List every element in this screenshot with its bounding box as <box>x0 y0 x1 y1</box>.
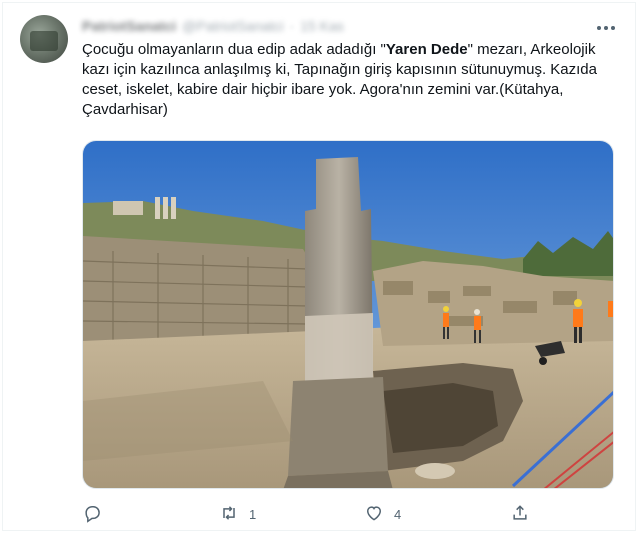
share-button[interactable] <box>510 503 540 525</box>
retweet-icon <box>219 503 239 526</box>
tweet-text-bold: Yaren Dede <box>385 41 468 58</box>
more-icon[interactable] <box>594 20 618 36</box>
retweet-count: 1 <box>249 506 257 522</box>
tweet-text-start: Çocuğu olmayanların dua edip adak adadığ… <box>82 41 386 58</box>
author-handle[interactable]: @PatriotSanatci <box>182 18 283 34</box>
tweet-header: PatriotSanatci @PatriotSanatci · 15 Kas <box>82 16 344 36</box>
tweet-photo[interactable] <box>82 140 614 489</box>
reply-icon <box>82 503 102 526</box>
share-icon <box>510 503 530 526</box>
heart-icon <box>364 503 384 526</box>
tweet-actions: 1 4 <box>82 503 542 525</box>
like-count: 4 <box>394 506 402 522</box>
like-button[interactable]: 4 <box>364 503 401 525</box>
excavation-photo <box>83 141 613 488</box>
separator-dot: · <box>289 18 295 34</box>
tweet-timestamp[interactable]: 15 Kas <box>300 18 344 34</box>
reply-button[interactable] <box>82 503 112 525</box>
author-name[interactable]: PatriotSanatci <box>82 18 176 34</box>
tweet-text: Çocuğu olmayanların dua edip adak adadığ… <box>82 40 617 120</box>
avatar[interactable] <box>20 15 68 63</box>
retweet-button[interactable]: 1 <box>219 503 256 525</box>
